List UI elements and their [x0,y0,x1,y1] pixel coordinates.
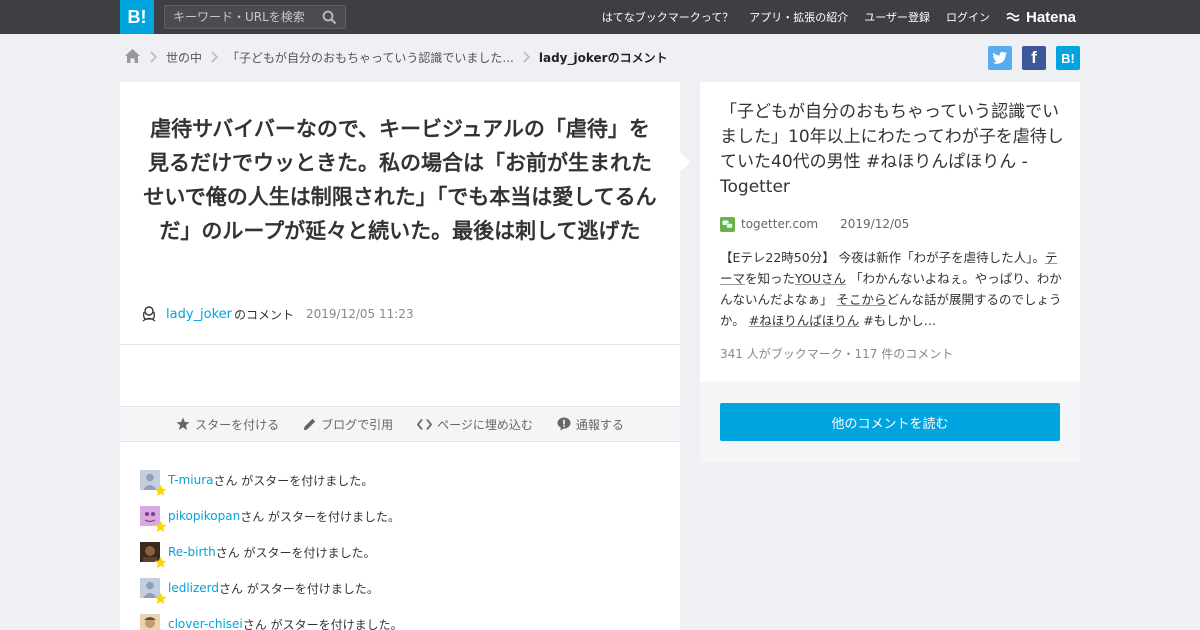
search-box[interactable] [164,5,346,29]
hatena-bookmark-logo[interactable]: B! [120,0,154,34]
embed-button[interactable]: ページに埋め込む [417,416,533,433]
chevron-right-icon [523,51,530,63]
hatena-brand-text: Hatena [1026,8,1077,26]
add-star-button[interactable]: スターを付ける [176,416,279,433]
star-list: T-miura さん がスターを付けました。 pikopikopan さん がス… [140,462,403,630]
entry-description-keyword[interactable]: YOUさん [795,271,846,286]
star-message: さん がスターを付けました。 [240,509,401,524]
star-list-item: T-miura さん がスターを付けました。 [140,462,403,498]
togetter-favicon-icon [720,216,735,232]
breadcrumb: 世の中 「子どもが自分のおもちゃっていう認識でいました... lady_joke… [124,47,668,67]
comment-username[interactable]: lady_joker [166,307,232,322]
twitter-share-button[interactable] [988,46,1012,70]
breadcrumb-entry[interactable]: 「子どもが自分のおもちゃっていう認識でいました... [227,49,514,66]
star-message: さん がスターを付けました。 [213,473,374,488]
comment-username-suffix: のコメント [234,307,295,322]
nav-apps[interactable]: アプリ・拡張の紹介 [749,9,848,25]
embed-label: ページに埋め込む [437,417,533,432]
code-brackets-icon [417,418,433,430]
entry-description-text: を知った [745,271,796,286]
star-message: さん がスターを付けました。 [242,617,403,630]
pencil-icon [303,418,316,430]
card-pointer [680,152,690,172]
divider [120,344,680,345]
entry-description-keyword[interactable]: #ねほりんぱほりん [749,313,859,328]
blog-quote-label: ブログで引用 [321,417,394,432]
user-avatar-icon[interactable] [140,578,167,605]
add-star-label: スターを付ける [195,417,280,432]
comment-actions: スターを付ける ブログで引用 ページに埋め込む 通報する [120,406,680,442]
star-user-name[interactable]: ledlizerd [168,581,219,595]
nav-about[interactable]: はてなブックマークって？ [602,9,733,25]
breadcrumb-category[interactable]: 世の中 [166,49,202,66]
comment-card: 虐待サバイバーなので、キービジュアルの「虐待」を見るだけでウッときた。私の場合は… [120,82,690,630]
entry-description: 【Eテレ22時50分】 今夜は新作「わが子を虐待した人」。テーマを知ったYOUさ… [720,247,1064,331]
search-input[interactable] [165,6,315,28]
entry-card: 「子どもが自分のおもちゃっていう認識でいました」10年以上にわたってわが子を虐待… [700,82,1080,382]
star-user-name[interactable]: pikopikopan [168,509,240,523]
entry-date: 2019/12/05 [840,217,910,231]
entry-card-footer: 他のコメントを読む [700,383,1080,462]
twitter-bird-icon [992,51,1007,64]
hatena-brand-link[interactable]: Hatena [1006,8,1076,26]
hatena-wave-icon [1006,12,1020,22]
nav-login[interactable]: ログイン [946,9,990,25]
entry-description-keyword[interactable]: そこから [836,292,886,307]
user-avatar-icon[interactable] [140,506,167,533]
entry-meta: togetter.com 2019/12/05 [720,216,909,232]
star-message: さん がスターを付けました。 [219,581,379,596]
top-nav: はてなブックマークって？ アプリ・拡張の紹介 ユーザー登録 ログイン [586,0,990,34]
star-icon [154,592,167,605]
nav-register[interactable]: ユーザー登録 [864,9,930,25]
comment-datetime[interactable]: 2019/12/05 11:23 [306,307,414,321]
star-list-item: Re-birth さん がスターを付けました。 [140,534,403,570]
user-avatar-icon[interactable] [140,614,162,630]
entry-bookmark-count[interactable]: 341 人がブックマーク・117 件のコメント [720,345,953,362]
chevron-right-icon [211,51,219,63]
hatena-share-button[interactable]: B! [1056,46,1080,70]
search-icon[interactable] [322,10,337,29]
report-button[interactable]: 通報する [557,416,624,433]
breadcrumb-current: lady_jokerのコメント [538,50,668,65]
star-list-item: pikopikopan さん がスターを付けました。 [140,498,403,534]
comment-text: 虐待サバイバーなので、キービジュアルの「虐待」を見るだけでウッときた。私の場合は… [143,117,657,243]
star-user-name[interactable]: clover-chisei [168,617,243,630]
star-icon [176,417,190,430]
report-label: 通報する [575,417,624,432]
star-list-item: clover-chisei さん がスターを付けました。 [140,606,403,630]
entry-description-text: #もしかし… [859,313,937,328]
star-list-item: ledlizerd さん がスターを付けました。 [140,570,403,606]
alert-bubble-icon [557,417,571,431]
entry-title[interactable]: 「子どもが自分のおもちゃっていう認識でいました」10年以上にわたってわが子を虐待… [720,100,1064,200]
star-message: さん がスターを付けました。 [215,545,376,560]
chevron-right-icon [150,51,157,63]
read-other-comments-button[interactable]: 他のコメントを読む [720,403,1060,441]
user-avatar-icon[interactable] [140,303,158,325]
facebook-share-button[interactable]: f [1022,46,1046,70]
top-bar: B! はてなブックマークって？ アプリ・拡張の紹介 ユーザー登録 ログイン Ha… [0,0,1200,34]
user-avatar-icon[interactable] [140,542,167,569]
star-icon [154,520,167,533]
star-user-name[interactable]: T-miura [168,473,213,487]
star-icon [154,484,167,497]
entry-domain[interactable]: togetter.com [741,217,818,231]
home-icon[interactable] [124,48,141,67]
star-user-name[interactable]: Re-birth [168,545,216,559]
entry-description-text: 【Eテレ22時50分】 今夜は新作「わが子を虐待した人」。 [720,250,1045,265]
star-icon [154,556,167,569]
comment-author: lady_joker のコメント 2019/12/05 11:23 [140,303,414,325]
blog-quote-button[interactable]: ブログで引用 [303,416,393,433]
user-avatar-icon[interactable] [140,470,167,497]
